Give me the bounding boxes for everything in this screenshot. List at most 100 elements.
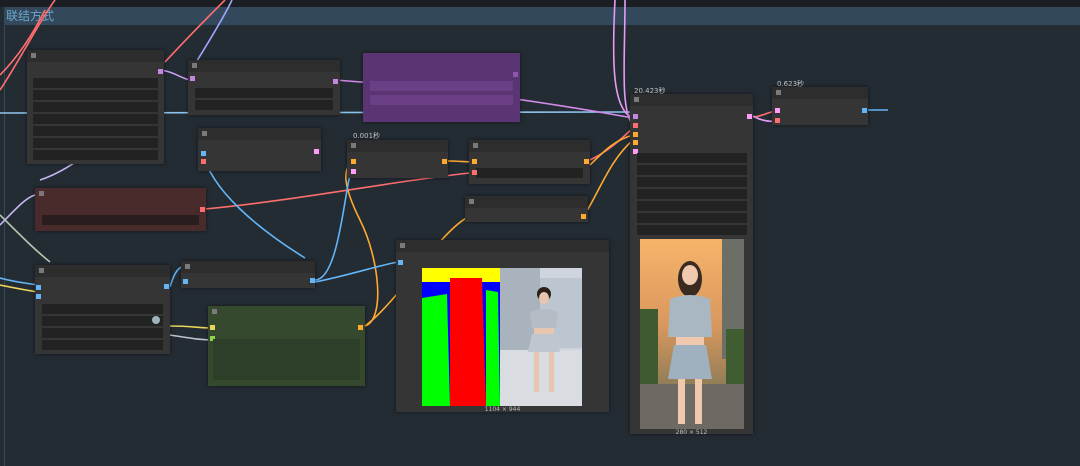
collapse-toggle[interactable]: [39, 268, 44, 273]
widget-field[interactable]: [476, 168, 583, 178]
input-port[interactable]: [633, 132, 638, 137]
collapse-toggle[interactable]: [473, 143, 478, 148]
input-port[interactable]: [351, 159, 356, 164]
node-title-bar[interactable]: [27, 50, 164, 62]
toggle-knob[interactable]: [152, 316, 160, 324]
conditioning-node[interactable]: [198, 128, 321, 171]
controlnet-loader-node[interactable]: [465, 196, 588, 222]
collapse-toggle[interactable]: [39, 191, 44, 196]
widget-field[interactable]: [637, 189, 747, 199]
node-title-bar[interactable]: [35, 265, 170, 277]
input-port[interactable]: [633, 123, 638, 128]
output-port[interactable]: [310, 278, 315, 283]
node-title-bar[interactable]: [188, 60, 340, 72]
vae-decode-node[interactable]: 280 × 512: [630, 94, 753, 436]
widget-field[interactable]: [42, 316, 163, 326]
input-port[interactable]: [775, 118, 780, 123]
load-image-node[interactable]: [35, 265, 170, 354]
input-port[interactable]: [472, 170, 477, 175]
collapse-toggle[interactable]: [400, 243, 405, 248]
widget-field[interactable]: [637, 153, 747, 163]
node-title-bar[interactable]: [469, 140, 590, 152]
node-title-bar[interactable]: [198, 128, 321, 140]
node-title-bar[interactable]: [181, 261, 315, 273]
widget-field[interactable]: [637, 201, 747, 211]
controlnet-apply-node[interactable]: [469, 140, 590, 184]
widget-field[interactable]: [33, 102, 158, 112]
input-port[interactable]: [36, 294, 41, 299]
collapse-toggle[interactable]: [192, 63, 197, 68]
output-port[interactable]: [333, 79, 338, 84]
collapse-toggle[interactable]: [351, 143, 356, 148]
node-title-bar[interactable]: [465, 196, 588, 208]
collapse-toggle[interactable]: [31, 53, 36, 58]
widget-field[interactable]: [42, 304, 163, 314]
node-title-bar[interactable]: [35, 188, 206, 200]
input-port[interactable]: [472, 159, 477, 164]
output-node[interactable]: [772, 87, 868, 125]
green-mask-node[interactable]: [208, 306, 365, 386]
node-title-bar[interactable]: [630, 94, 753, 106]
widget-field[interactable]: [33, 78, 158, 88]
input-port[interactable]: [633, 140, 638, 145]
node-title-bar[interactable]: [347, 140, 448, 152]
widget-field[interactable]: [33, 114, 158, 124]
widget-field[interactable]: [42, 328, 163, 338]
checkpoint-loader-node[interactable]: [27, 50, 164, 164]
collapse-toggle[interactable]: [776, 90, 781, 95]
widget-field[interactable]: [637, 225, 747, 235]
red-vae-node[interactable]: [35, 188, 206, 231]
output-port[interactable]: [584, 159, 589, 164]
input-port[interactable]: [201, 159, 206, 164]
output-port[interactable]: [747, 114, 752, 119]
output-port[interactable]: [200, 207, 205, 212]
input-port[interactable]: [775, 108, 780, 113]
input-port[interactable]: [398, 260, 403, 265]
input-port[interactable]: [190, 76, 195, 81]
collapse-toggle[interactable]: [469, 199, 474, 204]
comfy-canvas[interactable]: 联结方式 0.001秒 1104 × 944 20.423秒 280 × 512…: [0, 0, 1080, 466]
widget-field[interactable]: [42, 215, 199, 225]
output-port[interactable]: [862, 108, 867, 113]
widget-field[interactable]: [195, 88, 333, 98]
widget-field[interactable]: [637, 165, 747, 175]
input-port[interactable]: [36, 285, 41, 290]
link-red-sampler: [589, 127, 634, 161]
input-port[interactable]: [210, 325, 215, 330]
node-title-bar[interactable]: [208, 306, 365, 318]
output-port[interactable]: [158, 69, 163, 74]
collapse-toggle[interactable]: [634, 97, 639, 102]
preprocessor-node[interactable]: [181, 261, 315, 288]
lora-loader-node[interactable]: [188, 60, 340, 115]
node-title-bar[interactable]: [396, 240, 609, 252]
input-port[interactable]: [201, 151, 206, 156]
output-port[interactable]: [314, 149, 319, 154]
input-port[interactable]: [183, 279, 188, 284]
widget-field[interactable]: [370, 95, 513, 105]
output-port[interactable]: [358, 325, 363, 330]
sampler-node[interactable]: [347, 140, 448, 178]
segmentation-preview-node[interactable]: 1104 × 944: [396, 240, 609, 413]
widget-field[interactable]: [33, 150, 158, 160]
output-port[interactable]: [442, 159, 447, 164]
node-title-bar[interactable]: [363, 53, 520, 65]
widget-field[interactable]: [33, 90, 158, 100]
widget-field[interactable]: [213, 339, 360, 380]
widget-field[interactable]: [195, 100, 333, 110]
collapse-toggle[interactable]: [212, 309, 217, 314]
input-port[interactable]: [633, 114, 638, 119]
output-port[interactable]: [513, 72, 518, 77]
input-port[interactable]: [351, 169, 356, 174]
collapse-toggle[interactable]: [202, 131, 207, 136]
collapse-toggle[interactable]: [185, 264, 190, 269]
node-title-bar[interactable]: [772, 87, 868, 99]
output-port[interactable]: [581, 214, 586, 219]
purple-note-node[interactable]: [363, 53, 520, 122]
widget-field[interactable]: [637, 213, 747, 223]
widget-field[interactable]: [33, 126, 158, 136]
widget-field[interactable]: [637, 177, 747, 187]
output-port[interactable]: [164, 284, 169, 289]
widget-field[interactable]: [370, 81, 513, 91]
widget-field[interactable]: [42, 340, 163, 350]
widget-field[interactable]: [33, 138, 158, 148]
